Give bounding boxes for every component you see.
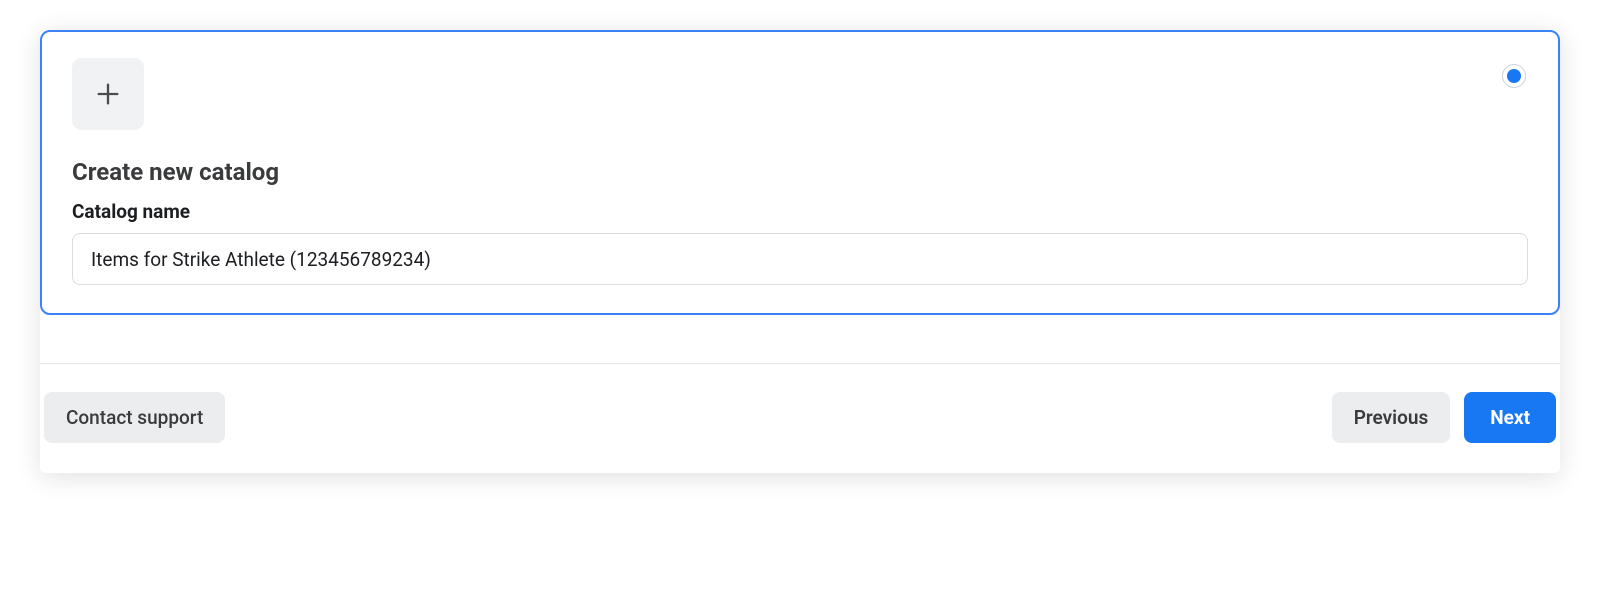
catalog-name-input[interactable]	[72, 233, 1528, 285]
divider	[40, 363, 1560, 364]
catalog-name-label: Catalog name	[72, 200, 1528, 223]
radio-selected-dot	[1507, 69, 1521, 83]
previous-button[interactable]: Previous	[1332, 392, 1451, 443]
create-catalog-card[interactable]: Create new catalog Catalog name	[40, 30, 1560, 315]
card-select-radio[interactable]	[1502, 64, 1526, 88]
footer-bar: Contact support Previous Next	[40, 392, 1560, 443]
content-panel: Create new catalog Catalog name Contact …	[40, 30, 1560, 473]
new-catalog-tile[interactable]	[72, 58, 144, 130]
footer-nav: Previous Next	[1332, 392, 1556, 443]
next-button[interactable]: Next	[1464, 392, 1556, 443]
card-title: Create new catalog	[72, 158, 1528, 186]
plus-icon	[94, 80, 122, 108]
contact-support-button[interactable]: Contact support	[44, 392, 225, 443]
